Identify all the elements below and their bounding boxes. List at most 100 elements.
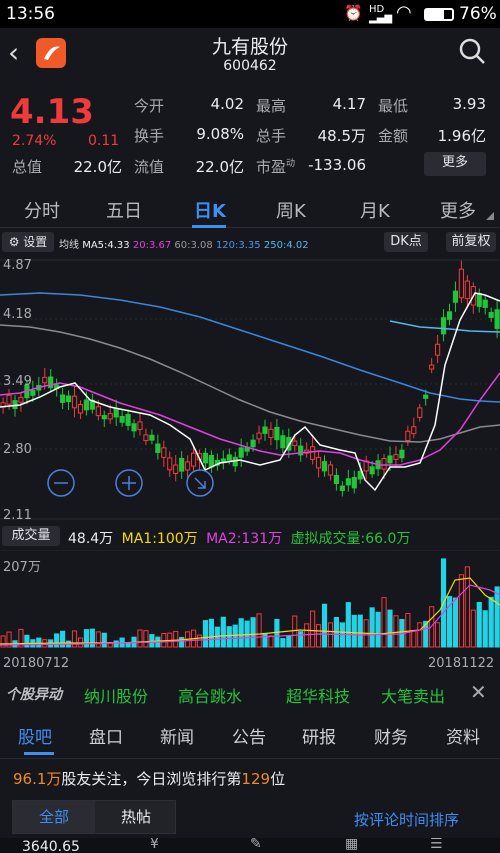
volume-bar — [452, 597, 459, 648]
volume-ma1: MA1:100万 — [121, 531, 198, 547]
tab-weekly-k[interactable]: 周K — [276, 197, 306, 223]
volume-bar — [304, 623, 310, 648]
last-price: 4.13 — [10, 92, 94, 132]
tab-more[interactable]: 更多 — [440, 197, 476, 223]
mover-item-1[interactable]: 纳川股份 — [84, 683, 148, 707]
volume-bar — [411, 630, 417, 648]
tab-research[interactable]: 研报 — [302, 723, 336, 748]
battery-icon — [424, 8, 454, 21]
mover-item-2[interactable]: 高台跳水 — [178, 683, 242, 707]
volume-bar — [196, 634, 203, 648]
volume-bar — [232, 624, 238, 648]
movers-logo: 个股异动 — [6, 687, 62, 703]
candle — [262, 426, 268, 434]
candle — [369, 466, 375, 475]
search-icon[interactable] — [458, 37, 486, 65]
filter-hot-button[interactable]: 热帖 — [95, 801, 177, 833]
trade-icon[interactable]: ¥ — [150, 838, 159, 852]
candle — [6, 394, 12, 405]
volume-bar — [381, 597, 387, 648]
dk-point-button[interactable]: DK点 — [384, 232, 428, 252]
filter-all-button[interactable]: 全部 — [13, 801, 95, 833]
volume-indicator-button[interactable]: 成交量 — [2, 526, 60, 546]
open-value: 4.02 — [210, 95, 244, 113]
candle — [268, 428, 274, 439]
volume-bar — [321, 603, 328, 648]
tab-minute[interactable]: 分时 — [24, 197, 60, 223]
stock-name: 九有股份 — [211, 36, 288, 58]
grid-menu-icon[interactable]: ▦ — [345, 838, 358, 852]
tab-daily-k[interactable]: 日K — [194, 197, 226, 223]
tab-announcements[interactable]: 公告 — [232, 723, 266, 748]
edit-icon[interactable]: ✎ — [250, 838, 262, 852]
candle — [65, 395, 72, 403]
movers-strip: 个股异动 纳川股份 高台跳水 超华科技 大笔卖出 ✕ — [0, 678, 500, 710]
rank-value: 129 — [241, 770, 271, 788]
candle — [280, 435, 286, 449]
gear-icon: ⚙ — [8, 235, 20, 249]
mover-item-3[interactable]: 超华科技 — [286, 683, 350, 707]
tab-forum[interactable]: 股吧 — [18, 723, 52, 748]
candle — [30, 390, 36, 396]
volume-bar — [125, 642, 131, 648]
tab-news[interactable]: 新闻 — [160, 723, 194, 748]
volume-bar — [345, 602, 351, 648]
amount-label: 金额 — [378, 127, 409, 145]
stock-code: 600462 — [223, 58, 277, 74]
volume-bar — [95, 631, 101, 648]
adjust-mode-button[interactable]: 前复权 — [446, 232, 496, 252]
turnover-label: 换手 — [134, 127, 165, 145]
date-end: 20181122 — [428, 656, 495, 671]
price-tick-1: 4.87 — [3, 258, 32, 273]
total-cap-value: 22.0亿 — [73, 158, 122, 176]
volume-label: 总手 — [256, 127, 287, 145]
candle — [107, 413, 113, 420]
candle — [339, 485, 345, 491]
candle — [452, 290, 459, 303]
tab-monthly-k[interactable]: 月K — [360, 197, 390, 223]
close-icon[interactable]: ✕ — [470, 680, 487, 704]
candle — [476, 293, 482, 307]
candle — [423, 394, 429, 399]
volume-bar — [494, 586, 500, 648]
chart-settings-button[interactable]: ⚙ 设置 — [2, 232, 54, 252]
mover-item-4[interactable]: 大笔卖出 — [381, 683, 445, 707]
volume-bar — [298, 631, 304, 648]
volume-bar — [315, 624, 322, 648]
status-bar: 13:56 ⏰ HD ▂▄▆ ◠ 76% — [0, 0, 500, 28]
volume-bar — [256, 613, 262, 648]
candle — [333, 475, 340, 484]
volume-bar — [470, 609, 476, 648]
candle — [226, 454, 232, 461]
candle — [155, 443, 161, 453]
tab-five-day[interactable]: 五日 — [106, 197, 142, 223]
ma-title: 均线 — [59, 240, 79, 251]
price-tick-3: 3.49 — [3, 374, 32, 389]
tab-handicap[interactable]: 盘口 — [89, 723, 123, 748]
followers-count: 96.1万 — [13, 770, 62, 788]
low-value: 3.93 — [452, 95, 486, 113]
more-quote-button[interactable]: 更多 — [424, 152, 486, 176]
candle — [119, 415, 125, 423]
volume-bar — [113, 640, 119, 648]
volume-bar — [310, 610, 316, 648]
candle — [208, 454, 214, 468]
candle — [179, 457, 185, 472]
kline-chart[interactable] — [0, 255, 500, 523]
volume-legend: 48.4万 MA1:100万 MA2:131万 虚拟成交量:66.0万 — [68, 528, 410, 548]
sort-by-comment-time[interactable]: 按评论时间排序 — [354, 809, 459, 830]
volume-virtual: 虚拟成交量:66.0万 — [290, 531, 411, 547]
dock-index-value[interactable]: 3640.65 — [22, 839, 80, 853]
volume-bar — [220, 616, 226, 648]
candle — [482, 299, 488, 308]
ma5-value: MA5:4.33 — [82, 240, 130, 251]
candle — [95, 406, 101, 417]
tab-finance[interactable]: 财务 — [374, 723, 408, 748]
status-time: 13:56 — [6, 4, 55, 24]
candle — [60, 394, 66, 403]
volume-bar — [101, 632, 107, 648]
list-menu-icon[interactable]: ☰ — [430, 838, 443, 852]
volume-chart[interactable] — [0, 550, 500, 650]
candle — [190, 452, 197, 467]
tab-profile[interactable]: 资料 — [446, 723, 480, 748]
